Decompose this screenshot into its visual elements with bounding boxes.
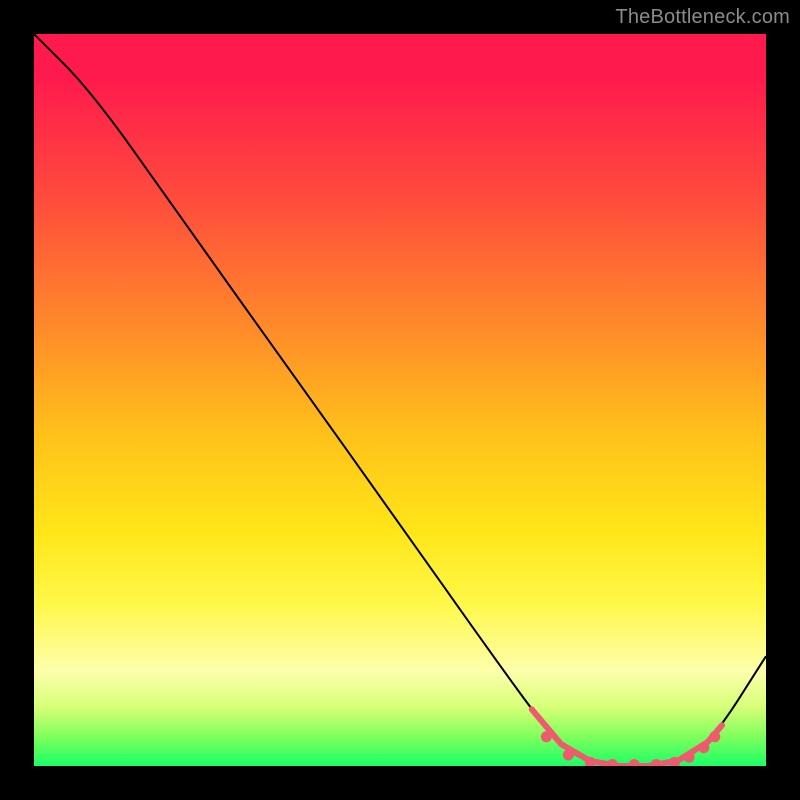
- valley-dot: [651, 759, 662, 766]
- watermark-text: TheBottleneck.com: [615, 6, 790, 29]
- valley-dot: [541, 731, 552, 742]
- chart-stage: TheBottleneck.com: [0, 0, 800, 800]
- valley-dot: [607, 759, 618, 766]
- valley-dot: [629, 759, 640, 766]
- valley-dot: [698, 742, 709, 753]
- curve-svg: [34, 34, 766, 766]
- bottleneck-curve: [34, 34, 766, 766]
- valley-dot: [563, 750, 574, 761]
- valley-dot: [709, 731, 720, 742]
- valley-dot: [684, 752, 695, 763]
- plot-area: [34, 34, 766, 766]
